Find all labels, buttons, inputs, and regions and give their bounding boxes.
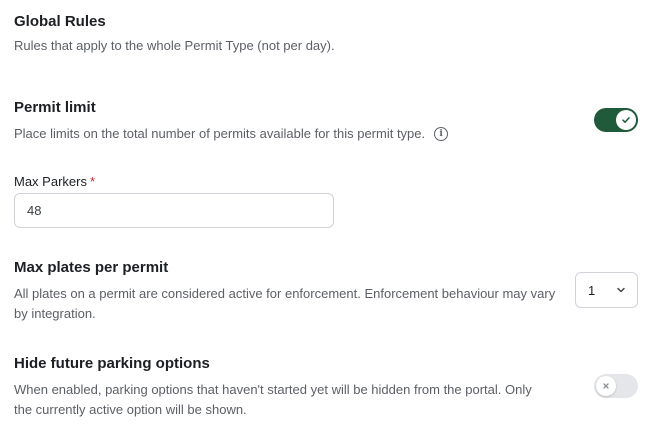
info-icon[interactable]: i bbox=[434, 127, 449, 141]
hide-future-title: Hide future parking options bbox=[14, 355, 210, 372]
max-parkers-label-text: Max Parkers bbox=[14, 174, 87, 189]
check-icon bbox=[622, 117, 630, 123]
close-icon bbox=[603, 383, 609, 389]
permit-limit-description-text: Place limits on the total number of perm… bbox=[14, 126, 426, 141]
permit-limit-title: Permit limit bbox=[14, 99, 96, 116]
hide-future-toggle[interactable] bbox=[594, 374, 638, 398]
max-plates-selected-value: 1 bbox=[588, 282, 596, 298]
section-title: Global Rules bbox=[14, 13, 106, 30]
chevron-down-icon bbox=[617, 287, 625, 293]
hide-future-description: When enabled, parking options that haven… bbox=[14, 382, 532, 417]
required-marker: * bbox=[89, 174, 96, 189]
toggle-knob bbox=[616, 110, 636, 130]
global-rules-panel: Global Rules Rules that apply to the who… bbox=[0, 0, 663, 434]
max-parkers-input[interactable] bbox=[14, 193, 334, 228]
permit-limit-description: Place limits on the total number of perm… bbox=[14, 124, 534, 144]
max-parkers-label: Max Parkers * bbox=[14, 174, 95, 190]
section-subtitle: Rules that apply to the whole Permit Typ… bbox=[14, 38, 335, 53]
max-plates-select[interactable]: 1 bbox=[575, 272, 638, 308]
max-plates-title: Max plates per permit bbox=[14, 259, 169, 276]
permit-limit-toggle[interactable] bbox=[594, 108, 638, 132]
max-plates-description: All plates on a permit are considered ac… bbox=[14, 286, 556, 321]
toggle-knob bbox=[596, 376, 616, 396]
